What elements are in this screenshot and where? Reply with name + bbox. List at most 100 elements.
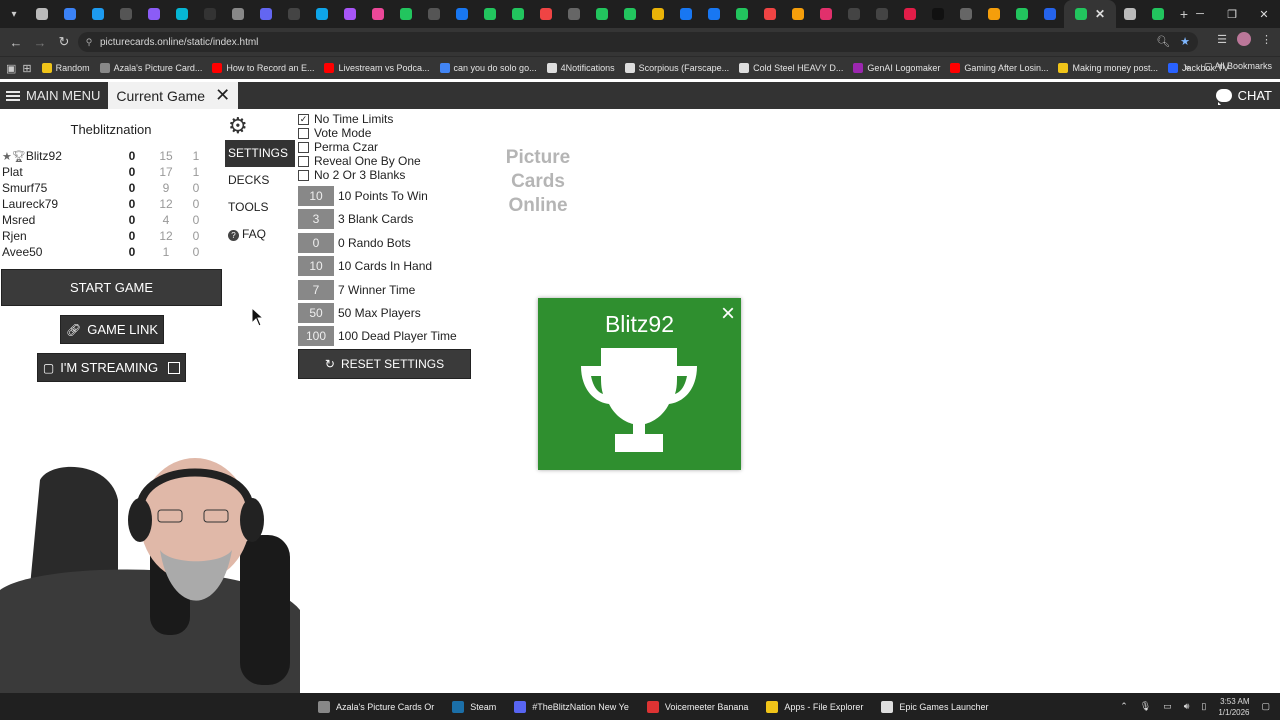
- setting-number-input[interactable]: 10: [298, 256, 334, 277]
- maximize-icon[interactable]: ❐: [1216, 8, 1248, 21]
- taskbar-app[interactable]: Epic Games Launcher: [881, 700, 988, 713]
- setting-number-input[interactable]: 100: [298, 326, 334, 347]
- streaming-toggle-button[interactable]: ▢ I'M STREAMING: [37, 353, 186, 382]
- browser-tab[interactable]: [1144, 0, 1172, 28]
- all-bookmarks-link[interactable]: ▢ All Bookmarks: [1204, 61, 1272, 72]
- browser-tab[interactable]: [420, 0, 448, 28]
- browser-tab[interactable]: [1008, 0, 1036, 28]
- taskbar-app[interactable]: Apps - File Explorer: [766, 700, 863, 713]
- setting-number-input[interactable]: 10: [298, 186, 334, 206]
- setting-number-input[interactable]: 3: [298, 209, 334, 230]
- browser-tab[interactable]: [168, 0, 196, 28]
- browser-tab[interactable]: [896, 0, 924, 28]
- bookmark-item[interactable]: Scorpious (Farscape...: [624, 63, 729, 73]
- sidebar-icon[interactable]: ▣: [6, 62, 16, 75]
- taskbar-app[interactable]: #TheBlitzNation New Ye: [514, 700, 629, 713]
- nav-faq[interactable]: ? FAQ: [225, 221, 295, 248]
- bookmark-item[interactable]: How to Record an E...: [212, 63, 314, 73]
- browser-tab[interactable]: [504, 0, 532, 28]
- browser-tab[interactable]: [140, 0, 168, 28]
- browser-tab[interactable]: [560, 0, 588, 28]
- bookmark-item[interactable]: Gaming After Losin...: [950, 63, 1048, 73]
- browser-tab[interactable]: [364, 0, 392, 28]
- taskbar-app[interactable]: Steam: [452, 700, 496, 713]
- window-close-icon[interactable]: ✕: [1248, 8, 1280, 21]
- bookmark-item[interactable]: Cold Steel HEAVY D...: [739, 63, 843, 73]
- address-bar[interactable]: ⚲ picturecards.online/static/index.html …: [78, 32, 1198, 52]
- browser-tab[interactable]: [196, 0, 224, 28]
- browser-tab[interactable]: [588, 0, 616, 28]
- downloads-icon[interactable]: ☰: [1217, 33, 1227, 46]
- nav-decks[interactable]: DECKS: [225, 167, 295, 194]
- setting-checkbox[interactable]: [298, 127, 309, 139]
- browser-tab[interactable]: [868, 0, 896, 28]
- browser-tab[interactable]: [616, 0, 644, 28]
- volume-icon[interactable]: 🔊︎: [1184, 701, 1190, 712]
- setting-number-input[interactable]: 0: [298, 232, 334, 253]
- site-info-icon[interactable]: ⚲: [78, 37, 100, 48]
- bookmark-item[interactable]: 4Notifications: [546, 63, 615, 73]
- profile-avatar[interactable]: [1237, 32, 1251, 46]
- bookmark-item[interactable]: can you do solo go...: [439, 63, 537, 73]
- microphone-icon[interactable]: 🎙︎: [1140, 701, 1151, 712]
- chat-button[interactable]: CHAT: [1215, 82, 1272, 109]
- browser-tab[interactable]: [252, 0, 280, 28]
- setting-checkbox[interactable]: [298, 169, 309, 181]
- start-game-button[interactable]: START GAME: [1, 269, 222, 306]
- bookmark-item[interactable]: Livestream vs Podca...: [324, 63, 430, 73]
- setting-checkbox-row[interactable]: No 2 Or 3 Blanks: [298, 168, 473, 182]
- taskbar-clock[interactable]: 3:53 AM 1/1/2026: [1218, 696, 1249, 718]
- setting-checkbox-row[interactable]: Vote Mode: [298, 126, 473, 140]
- browser-tab[interactable]: [392, 0, 420, 28]
- zoom-icon[interactable]: 🔍︎: [1156, 35, 1170, 48]
- apps-grid-icon[interactable]: ⊞: [22, 62, 31, 75]
- browser-tab[interactable]: [784, 0, 812, 28]
- browser-tab[interactable]: ✕: [1064, 0, 1116, 28]
- browser-tab[interactable]: [224, 0, 252, 28]
- battery-icon[interactable]: ▯: [1201, 701, 1206, 712]
- nav-settings[interactable]: SETTINGS: [225, 140, 295, 167]
- setting-checkbox[interactable]: ✓: [298, 113, 309, 125]
- streaming-checkbox[interactable]: [168, 361, 181, 374]
- browser-tab[interactable]: [336, 0, 364, 28]
- setting-checkbox[interactable]: [298, 155, 309, 167]
- setting-checkbox-row[interactable]: ✓ No Time Limits: [298, 112, 473, 126]
- bookmark-item[interactable]: Making money post...: [1058, 63, 1158, 73]
- close-icon[interactable]: ✕: [215, 85, 230, 106]
- browser-tab[interactable]: [280, 0, 308, 28]
- setting-checkbox-row[interactable]: Reveal One By One: [298, 154, 473, 168]
- back-icon[interactable]: ←: [4, 35, 28, 50]
- tab-current-game[interactable]: Current Game ✕: [108, 82, 239, 109]
- game-link-button[interactable]: 🔗︎ GAME LINK: [60, 315, 164, 344]
- browser-tab[interactable]: [980, 0, 1008, 28]
- browser-tab[interactable]: [56, 0, 84, 28]
- tab-close-icon[interactable]: ✕: [1095, 7, 1105, 21]
- forward-icon[interactable]: →: [28, 35, 52, 50]
- taskbar-app[interactable]: Azala's Picture Cards Or: [318, 700, 434, 713]
- main-menu-button[interactable]: MAIN MENU: [0, 82, 108, 109]
- browser-tab[interactable]: [672, 0, 700, 28]
- notifications-icon[interactable]: ▢: [1261, 701, 1270, 712]
- browser-tab[interactable]: [840, 0, 868, 28]
- popup-close-icon[interactable]: ×: [721, 300, 735, 328]
- bookmark-item[interactable]: Azala's Picture Card...: [99, 63, 202, 73]
- browser-tab[interactable]: [1116, 0, 1144, 28]
- browser-tab[interactable]: [756, 0, 784, 28]
- browser-tab[interactable]: [644, 0, 672, 28]
- browser-tab[interactable]: [308, 0, 336, 28]
- browser-tab[interactable]: [1036, 0, 1064, 28]
- more-bookmarks-icon[interactable]: »: [1185, 62, 1190, 72]
- tray-overflow-icon[interactable]: ⌃: [1120, 701, 1128, 712]
- reset-settings-button[interactable]: ↻ RESET SETTINGS: [298, 349, 471, 380]
- setting-checkbox-row[interactable]: Perma Czar: [298, 140, 473, 154]
- setting-checkbox[interactable]: [298, 141, 309, 153]
- browser-tab[interactable]: [924, 0, 952, 28]
- minimize-icon[interactable]: ─: [1184, 8, 1216, 20]
- browser-tab[interactable]: [728, 0, 756, 28]
- browser-tab[interactable]: [476, 0, 504, 28]
- browser-tab[interactable]: [448, 0, 476, 28]
- setting-number-input[interactable]: 50: [298, 302, 334, 323]
- browser-menu-icon[interactable]: ⋮: [1261, 33, 1272, 46]
- bookmark-star-icon[interactable]: ★: [1180, 35, 1190, 48]
- browser-tab[interactable]: [532, 0, 560, 28]
